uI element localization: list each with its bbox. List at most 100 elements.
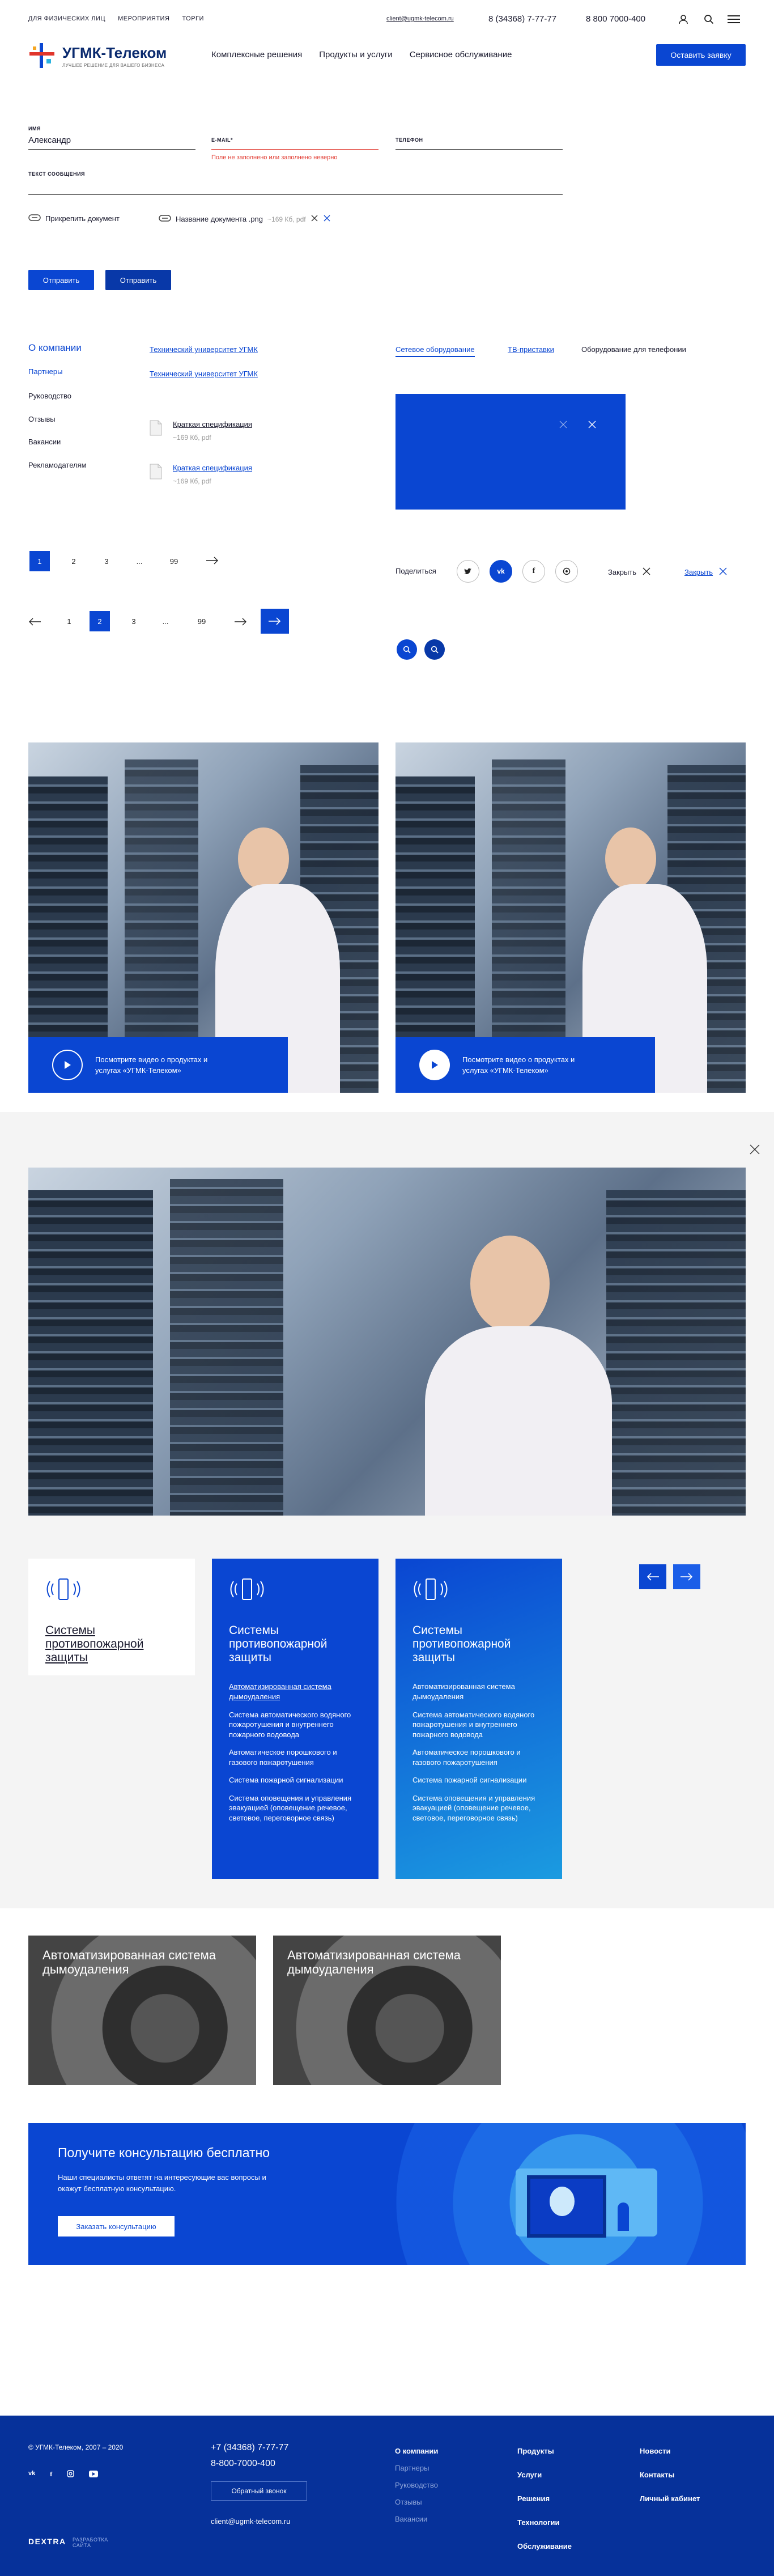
footer-link[interactable]: О компании bbox=[395, 2443, 438, 2460]
card-item[interactable]: Автоматизированная система дымоудаления bbox=[412, 1682, 545, 1701]
tab-telephony[interactable]: Оборудование для телефонии bbox=[581, 345, 686, 354]
footer-phone1[interactable]: +7 (34368) 7-77-77 bbox=[211, 2443, 288, 2453]
next-page-button[interactable] bbox=[261, 609, 289, 634]
search-button-hover[interactable] bbox=[424, 639, 445, 660]
side-menu-advertisers[interactable]: Рекламодателям bbox=[28, 461, 87, 469]
topbar-link-individuals[interactable]: ДЛЯ ФИЗИЧЕСКИХ ЛИЦ bbox=[28, 15, 105, 22]
close-share-hover[interactable]: Закрыть bbox=[684, 567, 728, 578]
pagination2-page-99[interactable]: 99 bbox=[192, 611, 212, 631]
card-item[interactable]: Автоматизированная система дымоудаления bbox=[229, 1682, 362, 1701]
arrow-left-icon[interactable] bbox=[28, 618, 41, 627]
logo[interactable] bbox=[28, 42, 56, 71]
attach-document[interactable]: Прикрепить документ bbox=[28, 214, 120, 223]
tab-network-equipment[interactable]: Сетевое оборудование bbox=[395, 345, 475, 357]
carousel-prev-button[interactable] bbox=[639, 1564, 666, 1589]
pagination2-page-1[interactable]: 1 bbox=[59, 611, 79, 631]
footer-link[interactable]: Обслуживание bbox=[517, 2535, 572, 2558]
play-icon[interactable] bbox=[52, 1050, 83, 1080]
close-icon[interactable] bbox=[749, 1144, 760, 1157]
footer-email[interactable]: client@ugmk-telecom.ru bbox=[211, 2517, 290, 2526]
topbar-email[interactable]: client@ugmk-telecom.ru bbox=[386, 15, 454, 22]
play-icon[interactable] bbox=[419, 1050, 450, 1080]
footer-link[interactable]: Решения bbox=[517, 2487, 572, 2511]
card-item[interactable]: Система пожарной сигнализации bbox=[412, 1775, 545, 1785]
footer-link[interactable]: Партнеры bbox=[395, 2460, 438, 2477]
card-item[interactable]: Система автоматического водяного пожарот… bbox=[229, 1710, 362, 1740]
pagination2-page-3[interactable]: 3 bbox=[124, 611, 144, 631]
submit-button-hover[interactable]: Отправить bbox=[105, 270, 171, 290]
footer-link[interactable]: Руководство bbox=[395, 2477, 438, 2494]
topbar-link-tenders[interactable]: ТОРГИ bbox=[182, 15, 203, 22]
submit-button[interactable]: Отправить bbox=[28, 270, 94, 290]
side-menu-about[interactable]: О компании bbox=[28, 342, 82, 354]
user-icon[interactable] bbox=[678, 14, 688, 26]
card-item[interactable]: Автоматическое порошкового и газового по… bbox=[412, 1747, 545, 1767]
menu-icon[interactable] bbox=[728, 15, 740, 25]
remove-file-icon-hover[interactable] bbox=[323, 214, 331, 224]
footer-link[interactable]: Продукты bbox=[517, 2439, 572, 2463]
vk-icon[interactable]: vk bbox=[490, 560, 512, 583]
tab-tv-boxes[interactable]: ТВ-приставки bbox=[508, 345, 554, 354]
service-card-collapsed[interactable]: Системы противопожарной защиты bbox=[28, 1559, 195, 1675]
pagination-page-99[interactable]: 99 bbox=[164, 551, 184, 571]
nav-products-services[interactable]: Продукты и услуги bbox=[319, 50, 392, 60]
topbar-phone2[interactable]: 8 800 7000-400 bbox=[586, 14, 645, 24]
footer-link[interactable]: Технологии bbox=[517, 2511, 572, 2535]
pagination-page-3[interactable]: 3 bbox=[96, 551, 117, 571]
callback-button[interactable]: Обратный звонок bbox=[211, 2481, 307, 2501]
footer-phone2[interactable]: 8-800-7000-400 bbox=[211, 2459, 275, 2469]
card-item[interactable]: Система пожарной сигнализации bbox=[229, 1775, 362, 1785]
service-card-expanded-1[interactable]: Системы противопожарной защиты Автоматиз… bbox=[212, 1559, 379, 1879]
arrow-right-icon[interactable] bbox=[235, 618, 247, 627]
fan-card-2[interactable]: Автоматизированная система дымоудаления bbox=[273, 1936, 501, 2085]
card-item[interactable]: Система оповещения и управления эвакуаци… bbox=[229, 1793, 362, 1823]
leave-request-button[interactable]: Оставить заявку bbox=[656, 44, 746, 66]
video-caption-bar-1[interactable]: Посмотрите видео о продуктах и услугах «… bbox=[28, 1037, 288, 1093]
arrow-right-icon[interactable] bbox=[206, 557, 219, 566]
remove-file-icon[interactable] bbox=[311, 214, 318, 224]
instagram-icon[interactable] bbox=[67, 2470, 74, 2479]
search-icon[interactable] bbox=[704, 14, 714, 26]
card-item[interactable]: Система автоматического водяного пожарот… bbox=[412, 1710, 545, 1740]
side-menu-reviews[interactable]: Отзывы bbox=[28, 415, 56, 423]
link-tech-university[interactable]: Технический университет УГМК bbox=[150, 345, 258, 354]
vk-icon[interactable]: vk bbox=[28, 2470, 35, 2479]
youtube-icon[interactable] bbox=[89, 2470, 99, 2479]
doc-title-1[interactable]: Краткая спецификация bbox=[173, 420, 252, 428]
message-input[interactable] bbox=[28, 194, 563, 195]
order-consultation-button[interactable]: Заказать консультацию bbox=[58, 2216, 175, 2237]
footer-link[interactable]: Услуги bbox=[517, 2463, 572, 2487]
topbar-phone1[interactable]: 8 (34368) 7-77-77 bbox=[488, 14, 556, 24]
side-menu-leadership[interactable]: Руководство bbox=[28, 392, 71, 400]
close-icon[interactable] bbox=[588, 420, 597, 431]
nav-service[interactable]: Сервисное обслуживание bbox=[410, 50, 512, 60]
developer-logo[interactable]: DEXTRA bbox=[28, 2537, 66, 2546]
card-item[interactable]: Автоматическое порошкового и газового по… bbox=[229, 1747, 362, 1767]
carousel-next-button[interactable] bbox=[673, 1564, 700, 1589]
pagination2-page-2[interactable]: 2 bbox=[90, 611, 110, 631]
facebook-icon[interactable]: f bbox=[522, 560, 545, 583]
link-tech-university-hover[interactable]: Технический университет УГМК bbox=[150, 370, 258, 378]
doc-title-2[interactable]: Краткая спецификация bbox=[173, 464, 252, 472]
close-share[interactable]: Закрыть bbox=[608, 567, 651, 578]
email-input[interactable] bbox=[211, 149, 379, 150]
nav-complex-solutions[interactable]: Комплексные решения bbox=[211, 50, 302, 60]
card-item[interactable]: Система оповещения и управления эвакуаци… bbox=[412, 1793, 545, 1823]
facebook-icon[interactable]: f bbox=[50, 2470, 52, 2479]
name-input[interactable]: Александр bbox=[28, 135, 71, 145]
footer-link[interactable]: Контакты bbox=[640, 2463, 700, 2487]
odnoklassniki-icon[interactable] bbox=[555, 560, 578, 583]
side-menu-partners[interactable]: Партнеры bbox=[28, 367, 62, 376]
pagination-page-1[interactable]: 1 bbox=[29, 551, 50, 571]
footer-link[interactable]: Вакансии bbox=[395, 2511, 438, 2528]
service-card-expanded-2[interactable]: Системы противопожарной защиты Автоматиз… bbox=[395, 1559, 562, 1879]
search-button[interactable] bbox=[397, 639, 417, 660]
topbar-link-events[interactable]: МЕРОПРИЯТИЯ bbox=[118, 15, 169, 22]
footer-link[interactable]: Новости bbox=[640, 2439, 700, 2463]
close-icon[interactable] bbox=[559, 420, 568, 431]
footer-link[interactable]: Личный кабинет bbox=[640, 2487, 700, 2511]
phone-input[interactable] bbox=[395, 149, 563, 150]
twitter-icon[interactable] bbox=[457, 560, 479, 583]
footer-link[interactable]: Отзывы bbox=[395, 2494, 438, 2511]
video-caption-bar-2[interactable]: Посмотрите видео о продуктах и услугах «… bbox=[395, 1037, 655, 1093]
